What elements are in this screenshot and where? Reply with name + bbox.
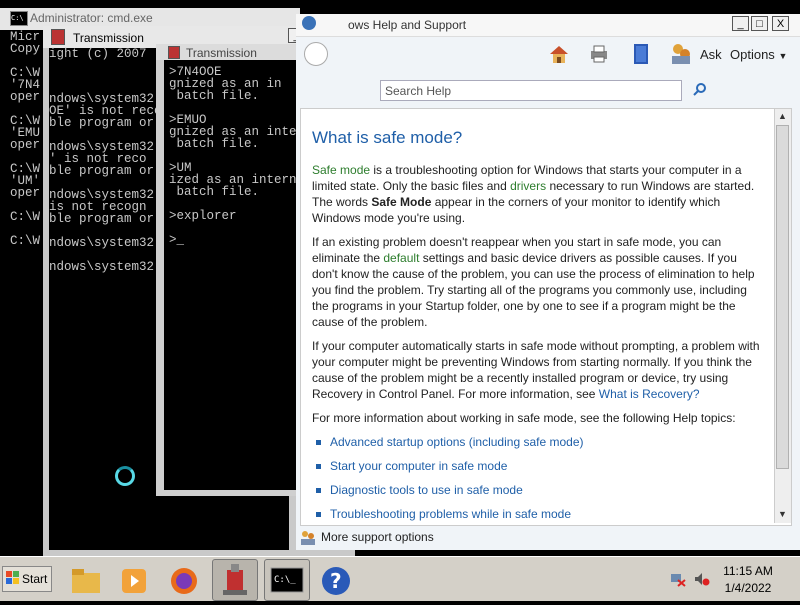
console-line: oper: [10, 186, 41, 200]
start-label: Start: [22, 572, 48, 586]
support-people-icon: [300, 529, 316, 545]
printer-icon[interactable]: [588, 44, 610, 64]
default-link[interactable]: default: [383, 251, 419, 265]
windows-logo-icon: [6, 571, 20, 585]
loading-spinner: [115, 466, 135, 486]
minimize-button[interactable]: _: [732, 16, 749, 31]
cmd-back-title: Administrator: cmd.exe: [30, 11, 153, 25]
ask-label[interactable]: Ask: [700, 47, 722, 62]
clock-time[interactable]: 11:15 AM: [720, 564, 776, 578]
scroll-up-arrow-icon[interactable]: ▲: [778, 111, 787, 121]
console-line: oper: [10, 138, 41, 152]
console-line: C:\W: [10, 210, 41, 224]
help-title: ows Help and Support: [348, 18, 467, 32]
transmission-title-2: Transmission: [73, 31, 144, 45]
transmission-title-3: Transmission: [186, 46, 257, 60]
console-line: ndows\system32: [49, 236, 155, 250]
volume-muted-icon[interactable]: [694, 571, 710, 587]
search-input[interactable]: Search Help: [380, 80, 682, 101]
help-heading: What is safe mode?: [312, 128, 463, 147]
safe-mode-link[interactable]: Safe mode: [312, 163, 370, 177]
help-icon: [302, 16, 316, 30]
help-paragraph-3: If your computer automatically starts in…: [312, 338, 760, 402]
help-paragraph-1: Safe mode is a troubleshooting option fo…: [312, 162, 760, 226]
copyright-fragment: ight (c) 2007: [49, 47, 147, 61]
chevron-down-icon: ▼: [778, 51, 788, 61]
help-paragraph-2: If an existing problem doesn't reappear …: [312, 234, 760, 330]
transmission-taskbar-icon[interactable]: [212, 559, 258, 601]
cmd-taskbar-icon[interactable]: C:\_: [264, 559, 310, 601]
console-line: >explorer: [169, 209, 237, 223]
firefox-icon[interactable]: [164, 563, 204, 599]
console-line: ndows\system32: [49, 260, 155, 274]
media-player-icon[interactable]: [114, 563, 154, 599]
console-line: oper: [10, 90, 41, 104]
taskbar: Start C:\_ ? 11:15 AM 1/4/2022: [0, 556, 800, 601]
start-button[interactable]: Start: [2, 566, 52, 592]
console-line: Copy: [10, 42, 41, 56]
back-arrow-icon[interactable]: [304, 42, 328, 66]
console-line: batch file.: [169, 185, 260, 199]
search-placeholder: Search Help: [385, 84, 452, 98]
options-label: Options: [730, 47, 775, 62]
cmd-icon: C:\: [10, 11, 28, 26]
help-topic-link-1[interactable]: Advanced startup options (including safe…: [316, 435, 583, 449]
transmission-icon: [168, 46, 180, 59]
maximize-button[interactable]: □: [751, 16, 768, 31]
search-icon[interactable]: [692, 82, 708, 98]
console-line: C:\W: [10, 234, 41, 248]
help-topic-link-4[interactable]: Troubleshooting problems while in safe m…: [316, 507, 571, 521]
console-line: batch file.: [169, 137, 260, 151]
more-support-label: More support options: [321, 530, 434, 544]
console-line: ble program or: [49, 116, 155, 130]
scrollbar[interactable]: ▲ ▼: [774, 109, 791, 523]
svg-text:C:\_: C:\_: [274, 575, 296, 585]
close-button[interactable]: X: [772, 16, 789, 31]
clock-date[interactable]: 1/4/2022: [720, 581, 776, 595]
console-line: ble program or: [49, 164, 155, 178]
scroll-down-arrow-icon[interactable]: ▼: [778, 509, 787, 519]
ask-icon[interactable]: [670, 42, 692, 66]
browse-help-icon[interactable]: [632, 43, 650, 65]
help-topic-link-3[interactable]: Diagnostic tools to use in safe mode: [316, 483, 523, 497]
file-explorer-icon[interactable]: [66, 563, 106, 599]
scroll-thumb[interactable]: [776, 125, 789, 469]
home-icon[interactable]: [548, 44, 570, 64]
help-topic-link-2[interactable]: Start your computer in safe mode: [316, 459, 507, 473]
console-line: batch file.: [169, 89, 260, 103]
what-is-recovery-link[interactable]: What is Recovery?: [599, 387, 700, 401]
drivers-link[interactable]: drivers: [510, 179, 546, 193]
network-icon[interactable]: [670, 571, 686, 587]
safe-mode-bold: Safe Mode: [371, 195, 432, 209]
svg-text:?: ?: [330, 569, 342, 593]
help-titlebar[interactable]: ows Help and Support _ □ X: [296, 14, 800, 37]
console-line: >_: [169, 233, 185, 247]
console-line: ble program or: [49, 212, 155, 226]
help-paragraph-4: For more information about working in sa…: [312, 411, 736, 425]
help-taskbar-icon[interactable]: ?: [316, 563, 356, 599]
transmission-icon: [51, 29, 65, 45]
options-menu[interactable]: Options ▼: [730, 47, 787, 62]
